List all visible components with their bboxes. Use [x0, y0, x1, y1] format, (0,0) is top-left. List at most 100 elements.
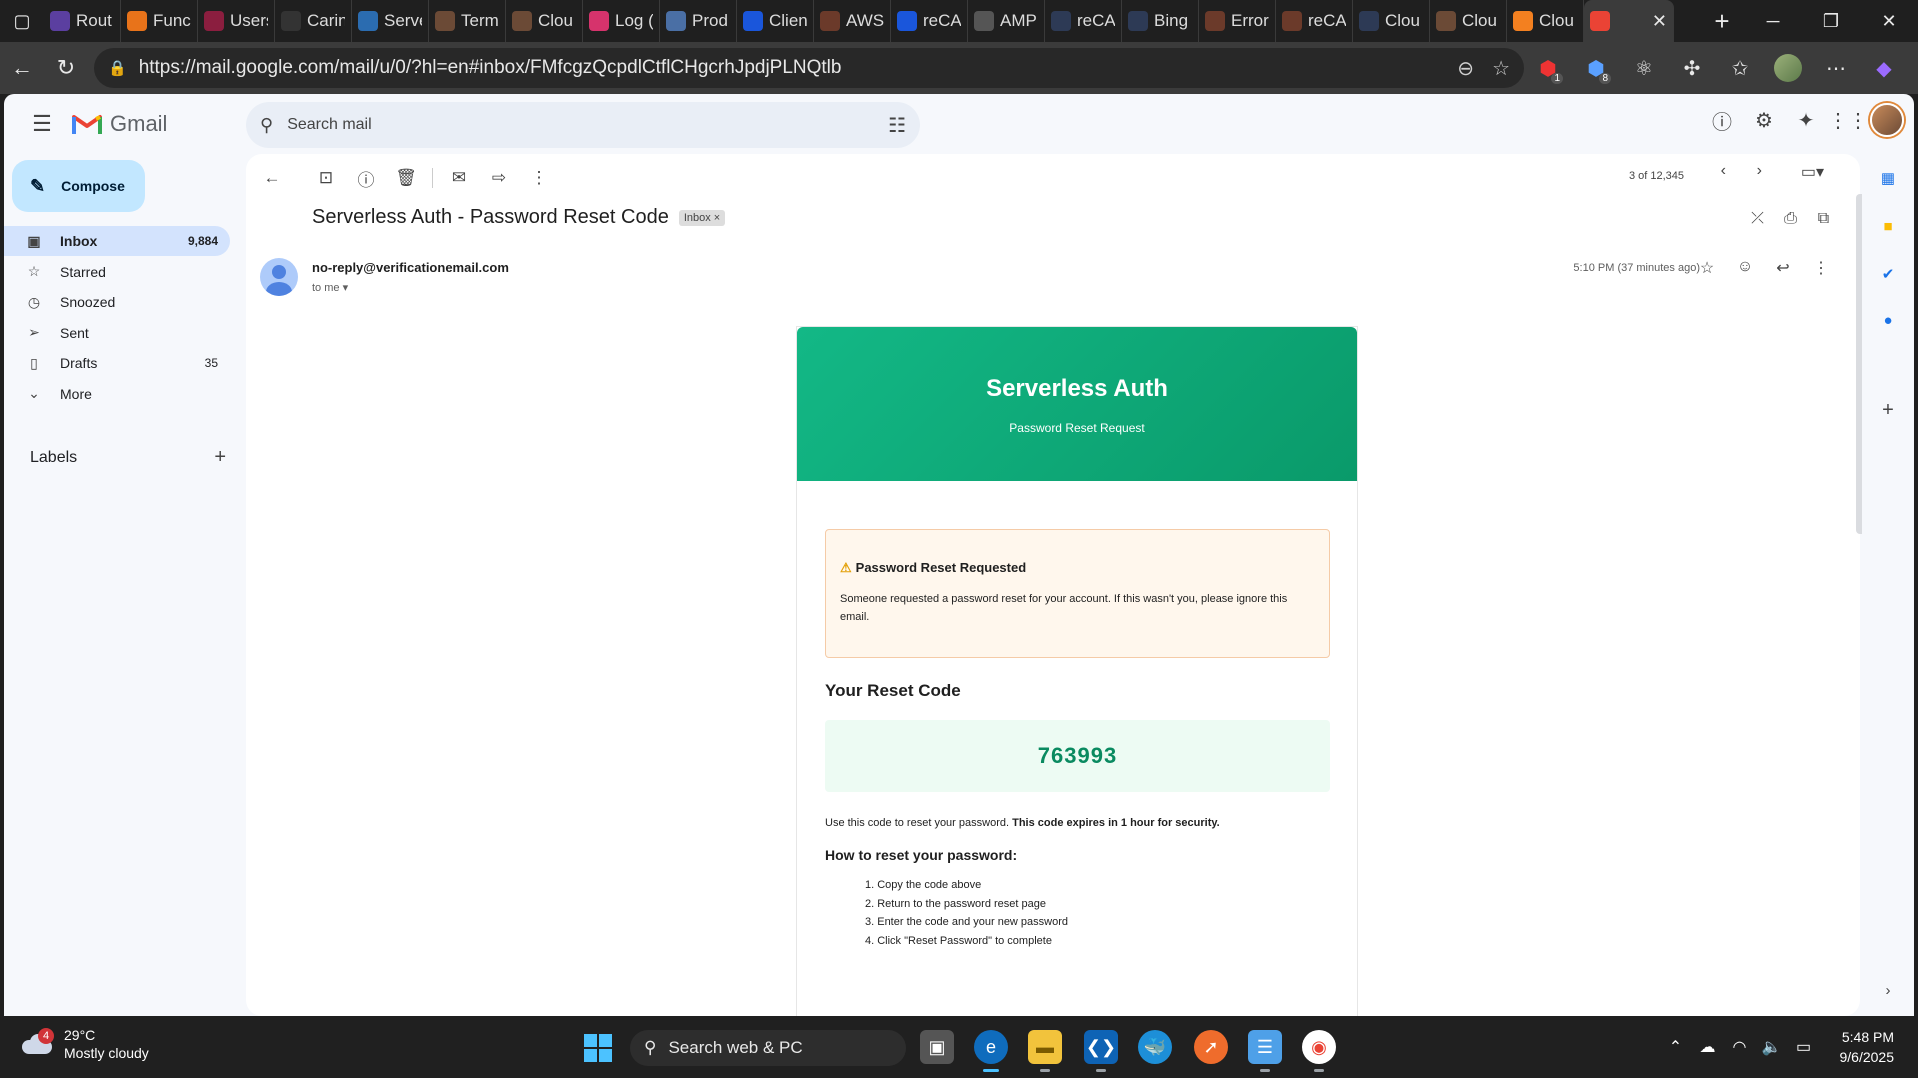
extension-react-icon[interactable]: ⚛ — [1620, 48, 1668, 88]
search-icon[interactable]: ⚲ — [260, 115, 273, 136]
new-tab-button[interactable]: + — [1700, 6, 1744, 37]
emoji-react-icon[interactable]: ☺ — [1726, 258, 1764, 278]
clock[interactable]: 5:48 PM 9/6/2025 — [1840, 1027, 1895, 1067]
browser-tab[interactable]: Clou — [1353, 0, 1430, 42]
browser-tab[interactable]: Prod — [660, 0, 737, 42]
site-info-icon[interactable]: 🔒 — [108, 59, 127, 77]
older-icon[interactable]: › — [1757, 162, 1762, 180]
close-tab-icon[interactable]: ✕ — [1652, 11, 1667, 32]
browser-tab[interactable]: AWS — [814, 0, 891, 42]
browser-tab[interactable]: Serve — [352, 0, 429, 42]
sender-address[interactable]: no-reply@verificationemail.com — [312, 260, 509, 275]
weather-widget[interactable]: 4 29°C Mostly cloudy — [20, 1026, 149, 1062]
docker-icon[interactable]: 🐳 — [1138, 1030, 1172, 1064]
report-spam-icon[interactable]: ⓘ — [346, 158, 386, 198]
sidebar-item-more[interactable]: ⌄ More — [4, 379, 230, 409]
browser-tab[interactable]: ✕ — [1584, 0, 1674, 42]
onedrive-icon[interactable]: ☁ — [1692, 1037, 1724, 1057]
file-explorer-icon[interactable]: ▬ — [1028, 1030, 1062, 1072]
edge-icon[interactable]: e — [974, 1030, 1008, 1072]
task-view-icon[interactable]: ▣ — [920, 1030, 954, 1064]
gmail-logo[interactable]: Gmail — [72, 111, 167, 137]
more-options-icon[interactable]: ⋮ — [1802, 258, 1840, 278]
tasks-icon[interactable]: ✔ — [1878, 264, 1898, 284]
keep-icon[interactable]: ■ — [1878, 216, 1898, 236]
reload-icon[interactable]: ↻ — [44, 48, 88, 88]
notepad-icon[interactable]: ☰ — [1248, 1030, 1282, 1072]
battery-icon[interactable]: ▭ — [1788, 1037, 1820, 1057]
inbox-label-chip[interactable]: Inbox × — [678, 209, 726, 226]
wifi-icon[interactable]: ◠ — [1724, 1037, 1756, 1057]
extension-bitwarden-icon[interactable]: ⬢ 8 — [1572, 48, 1620, 88]
browser-tab[interactable]: Error — [1199, 0, 1276, 42]
chrome-icon[interactable]: ◉ — [1302, 1030, 1336, 1072]
search-options-icon[interactable]: ☷ — [888, 113, 906, 138]
browser-tab[interactable]: reCA — [1045, 0, 1122, 42]
volume-icon[interactable]: 🔈 — [1756, 1037, 1788, 1057]
vscode-icon[interactable]: ❮❯ — [1084, 1030, 1118, 1072]
apps-grid-icon[interactable]: ⋮⋮ — [1828, 100, 1868, 140]
browser-tab[interactable]: Clou — [1430, 0, 1507, 42]
browser-tab[interactable]: Users — [198, 0, 275, 42]
copilot-icon[interactable]: ◆ — [1860, 48, 1908, 88]
taskbar-search[interactable]: ⚲ Search web & PC — [630, 1030, 906, 1066]
settings-icon[interactable]: ⚙ — [1744, 100, 1784, 140]
browser-tab[interactable]: Term — [429, 0, 506, 42]
browser-tab[interactable]: Clou — [506, 0, 583, 42]
browser-tab[interactable]: Rout — [44, 0, 121, 42]
browser-tab[interactable]: Bing — [1122, 0, 1199, 42]
browser-tab[interactable]: Func — [121, 0, 198, 42]
postman-icon[interactable]: ➚ — [1194, 1030, 1228, 1064]
address-bar[interactable]: 🔒 https://mail.google.com/mail/u/0/?hl=e… — [94, 48, 1524, 88]
minimize-icon[interactable]: ─ — [1744, 0, 1802, 42]
search-bar[interactable]: ⚲ Search mail ☷ — [246, 102, 920, 148]
add-addon-icon[interactable]: + — [1878, 399, 1898, 421]
extensions-icon[interactable]: ✣ — [1668, 48, 1716, 88]
reply-icon[interactable]: ↩ — [1764, 258, 1802, 278]
browser-tab[interactable]: reCA — [891, 0, 968, 42]
newer-icon[interactable]: ‹ — [1721, 162, 1726, 180]
compose-button[interactable]: ✎ Compose — [12, 160, 145, 212]
browser-tab[interactable]: reCA — [1276, 0, 1353, 42]
sidebar-item-starred[interactable]: ☆ Starred — [4, 257, 230, 287]
calendar-icon[interactable]: ▦ — [1878, 168, 1898, 188]
back-to-inbox-icon[interactable]: ← — [252, 158, 292, 198]
input-tools-icon[interactable]: ▭▾ — [1801, 162, 1824, 182]
browser-tab[interactable]: AMP — [968, 0, 1045, 42]
browser-tab[interactable]: Log ( — [583, 0, 660, 42]
mark-unread-icon[interactable]: ✉ — [439, 158, 479, 198]
print-icon[interactable]: ⎙ — [1774, 210, 1807, 228]
url-text[interactable]: https://mail.google.com/mail/u/0/?hl=en#… — [139, 57, 1440, 79]
more-menu-icon[interactable]: ⋯ — [1812, 48, 1860, 88]
sidebar-item-drafts[interactable]: ▯ Drafts 35 — [4, 348, 230, 378]
browser-tab[interactable]: Clien — [737, 0, 814, 42]
maximize-icon[interactable]: ❐ — [1802, 0, 1860, 42]
help-icon[interactable]: ⓘ — [1702, 100, 1742, 140]
move-to-icon[interactable]: ⇨ — [479, 158, 519, 198]
collapse-icon[interactable]: ⤫ — [1741, 210, 1774, 228]
more-actions-icon[interactable]: ⋮ — [519, 158, 559, 198]
zoom-icon[interactable]: ⊖ — [1457, 56, 1474, 81]
profile-icon[interactable] — [1764, 48, 1812, 88]
star-icon[interactable]: ☆ — [1688, 258, 1726, 278]
show-hidden-icons-icon[interactable]: ⌃ — [1660, 1037, 1692, 1057]
favorite-star-icon[interactable]: ☆ — [1492, 56, 1510, 81]
main-menu-icon[interactable]: ☰ — [18, 100, 66, 148]
close-window-icon[interactable]: ✕ — [1860, 0, 1918, 42]
show-side-panel-icon[interactable]: › — [1878, 980, 1898, 1000]
browser-tab[interactable]: Carin — [275, 0, 352, 42]
search-input[interactable]: Search mail — [287, 116, 888, 134]
sidebar-item-sent[interactable]: ➢ Sent — [4, 318, 230, 348]
favorites-icon[interactable]: ✩ — [1716, 48, 1764, 88]
gemini-icon[interactable]: ✦ — [1786, 100, 1826, 140]
sidebar-item-inbox[interactable]: ▣ Inbox 9,884 — [4, 226, 230, 256]
add-label-icon[interactable]: + — [214, 446, 226, 469]
contacts-icon[interactable]: ● — [1878, 310, 1898, 330]
tab-actions-icon[interactable]: ▢ — [0, 0, 44, 42]
open-new-window-icon[interactable]: ⧉ — [1807, 210, 1840, 228]
back-icon[interactable]: ← — [0, 48, 44, 88]
recipient-dropdown[interactable]: to me ▾ — [312, 281, 348, 294]
browser-tab[interactable]: Clou — [1507, 0, 1584, 42]
delete-icon[interactable]: 🗑 — [386, 158, 426, 198]
account-avatar[interactable] — [1870, 103, 1904, 137]
